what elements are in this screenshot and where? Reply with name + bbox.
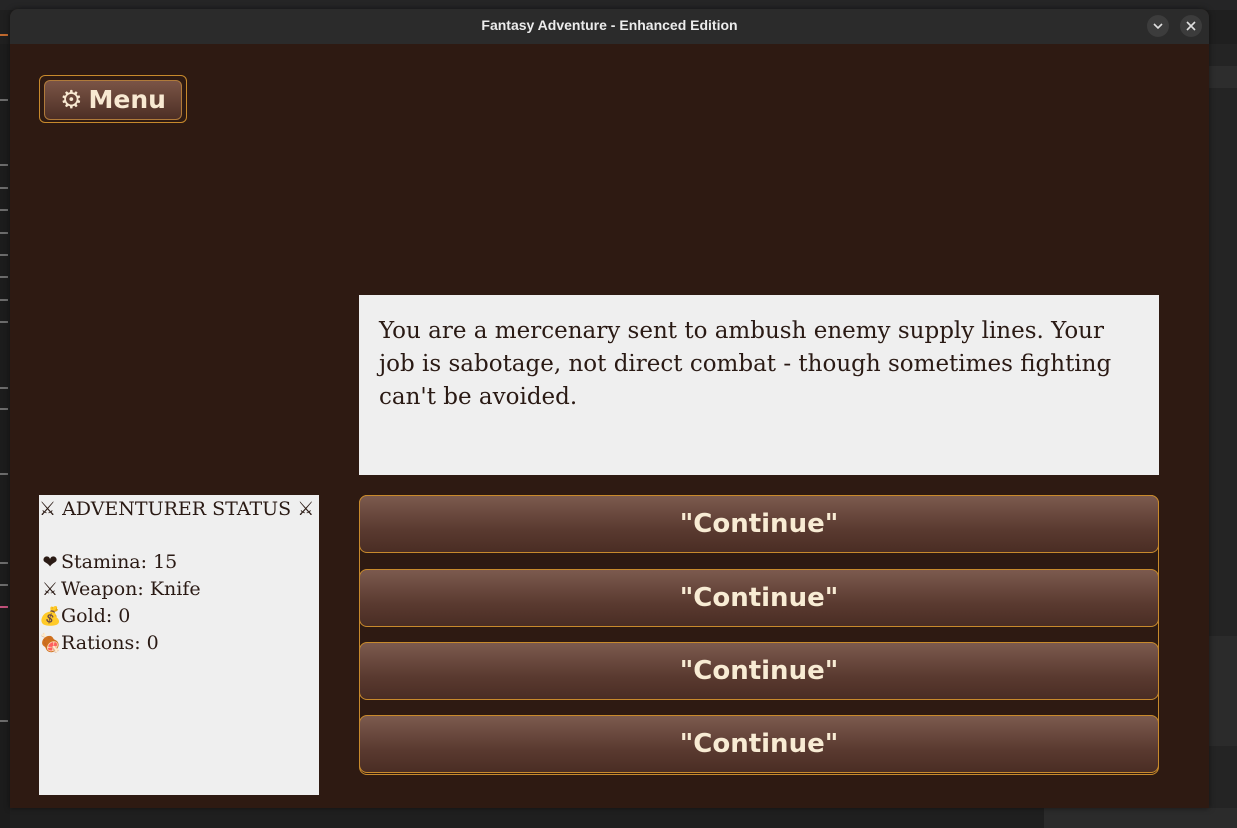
stamina-stat: ❤ Stamina: 15: [39, 551, 177, 573]
window-title: Fantasy Adventure - Enhanced Edition: [481, 17, 738, 33]
crossed-swords-icon: ⚔: [41, 579, 59, 600]
status-title: ⚔ ADVENTURER STATUS ⚔: [39, 498, 315, 520]
close-icon: [1186, 21, 1196, 31]
titlebar[interactable]: Fantasy Adventure - Enhanced Edition: [10, 9, 1209, 45]
story-text-panel: You are a mercenary sent to ambush enemy…: [359, 295, 1159, 475]
meat-icon: 🍖: [39, 633, 62, 654]
choice-button-2[interactable]: "Continue": [359, 569, 1159, 627]
close-button[interactable]: [1180, 15, 1202, 37]
adventurer-status-panel: ⚔ ADVENTURER STATUS ⚔ ❤ Stamina: 15 ⚔ Weap…: [39, 495, 319, 795]
rations-label: Rations: 0: [61, 632, 159, 654]
editor-bottom-panel: [1044, 808, 1237, 828]
story-text: You are a mercenary sent to ambush enemy…: [379, 318, 1112, 410]
menu-button-label: Menu: [88, 85, 166, 114]
gear-icon: ⚙: [60, 85, 83, 114]
editor-side-bar: [1209, 66, 1237, 88]
minimize-button[interactable]: [1147, 15, 1169, 37]
heart-icon: ❤: [42, 552, 58, 573]
choice-button-3[interactable]: "Continue": [359, 642, 1159, 700]
game-area: ⚙ Menu You are a mercenary sent to ambush…: [10, 44, 1209, 808]
stamina-label: Stamina: 15: [61, 551, 178, 573]
menu-button-frame: ⚙ Menu: [39, 75, 187, 123]
editor-side-bar: [1209, 636, 1237, 746]
choice-button-1[interactable]: "Continue": [359, 495, 1159, 553]
weapon-stat: ⚔ Weapon: Knife: [39, 578, 201, 600]
editor-gutter: [0, 34, 10, 828]
gold-label: Gold: 0: [61, 605, 131, 627]
weapon-label: Weapon: Knife: [61, 578, 201, 600]
money-bag-icon: 💰: [39, 606, 62, 627]
rations-stat: 🍖Rations: 0: [39, 632, 159, 654]
app-window: Fantasy Adventure - Enhanced Edition ⚙ Me…: [10, 9, 1209, 808]
menu-button[interactable]: ⚙ Menu: [44, 80, 182, 120]
choice-button-4[interactable]: "Continue": [359, 715, 1159, 773]
gold-stat: 💰Gold: 0: [39, 605, 130, 627]
chevron-down-icon: [1153, 23, 1163, 30]
